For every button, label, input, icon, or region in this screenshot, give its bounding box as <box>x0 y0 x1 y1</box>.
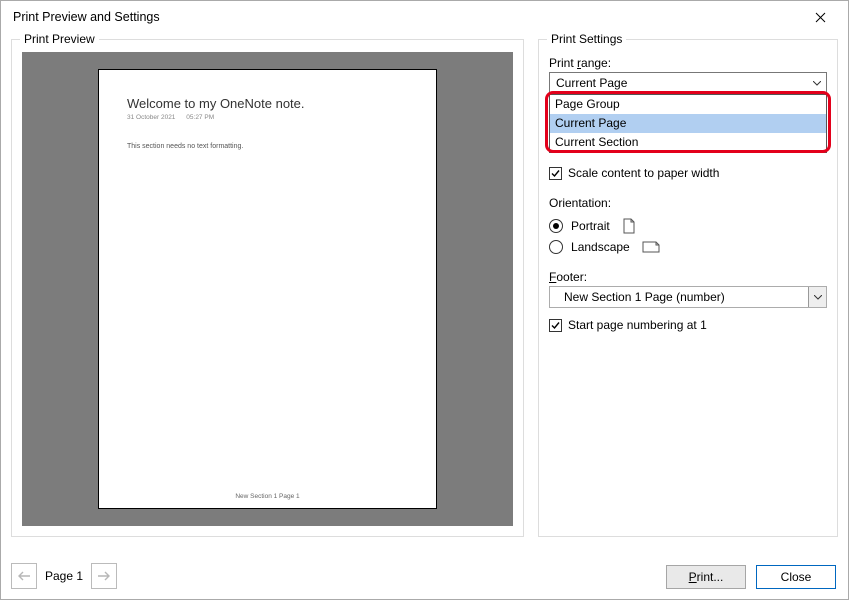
preview-page-date: 31 October 2021 <box>127 114 175 121</box>
dialog-title: Print Preview and Settings <box>13 10 800 24</box>
orientation-portrait-radio[interactable]: Portrait <box>549 218 827 234</box>
landscape-label: Landscape <box>571 240 630 254</box>
check-icon <box>550 168 561 179</box>
radio-icon <box>549 240 563 254</box>
preview-page-body: This section needs no text formatting. <box>127 143 408 150</box>
print-range-value: Current Page <box>556 76 627 90</box>
landscape-page-icon <box>642 240 660 254</box>
combo-arrow <box>808 73 826 93</box>
close-icon <box>815 12 826 23</box>
radio-icon <box>549 219 563 233</box>
check-icon <box>550 320 561 331</box>
preview-page-time: 05:27 PM <box>186 114 214 121</box>
chevron-down-icon <box>813 81 821 86</box>
arrow-right-icon <box>97 570 111 582</box>
preview-page-footer: New Section 1 Page 1 <box>99 493 436 500</box>
scale-content-checkbox[interactable]: Scale content to paper width <box>549 166 827 180</box>
orientation-label: Orientation: <box>549 196 827 210</box>
next-page-button[interactable] <box>91 563 117 589</box>
print-preview-group: Print Preview Welcome to my OneNote note… <box>11 39 524 537</box>
checkbox-icon <box>549 319 562 332</box>
preview-page-meta: 31 October 2021 05:27 PM <box>127 114 408 121</box>
portrait-label: Portrait <box>571 219 610 233</box>
range-option-page-group[interactable]: Page Group <box>550 95 826 114</box>
checkbox-icon <box>549 167 562 180</box>
close-button[interactable] <box>800 3 840 31</box>
combo-arrow <box>808 287 826 307</box>
print-range-label: Print range: <box>549 56 827 70</box>
scale-content-label: Scale content to paper width <box>568 166 719 180</box>
orientation-landscape-radio[interactable]: Landscape <box>549 240 827 254</box>
print-range-combo[interactable]: Current Page Page Group Current Page Cur… <box>549 72 827 94</box>
start-page-numbering-checkbox[interactable]: Start page numbering at 1 <box>549 318 827 332</box>
print-button[interactable]: Print... <box>666 565 746 589</box>
footer-label: Footer: <box>549 270 827 284</box>
titlebar: Print Preview and Settings <box>1 1 848 33</box>
print-preview-settings-dialog: Print Preview and Settings Print Preview… <box>0 0 849 600</box>
pager: Page 1 <box>11 563 117 589</box>
preview-area[interactable]: Welcome to my OneNote note. 31 October 2… <box>22 52 513 526</box>
print-range-dropdown: Page Group Current Page Current Section <box>549 94 827 153</box>
print-settings-legend: Print Settings <box>547 32 626 46</box>
portrait-page-icon <box>622 218 636 234</box>
chevron-down-icon <box>814 295 822 300</box>
footer-value: New Section 1 Page (number) <box>564 290 725 304</box>
dialog-footer-buttons: Print... Close <box>666 565 836 589</box>
print-preview-legend: Print Preview <box>20 32 99 46</box>
preview-page-title: Welcome to my OneNote note. <box>127 96 408 111</box>
footer-combo[interactable]: New Section 1 Page (number) <box>549 286 827 308</box>
pager-label: Page 1 <box>45 569 83 583</box>
preview-page: Welcome to my OneNote note. 31 October 2… <box>98 69 437 509</box>
range-option-current-page[interactable]: Current Page <box>550 114 826 133</box>
start-page-numbering-label: Start page numbering at 1 <box>568 318 707 332</box>
arrow-left-icon <box>17 570 31 582</box>
print-settings-group: Print Settings Print range: Current Page… <box>538 39 838 537</box>
range-option-current-section[interactable]: Current Section <box>550 133 826 152</box>
close-dialog-button[interactable]: Close <box>756 565 836 589</box>
prev-page-button[interactable] <box>11 563 37 589</box>
